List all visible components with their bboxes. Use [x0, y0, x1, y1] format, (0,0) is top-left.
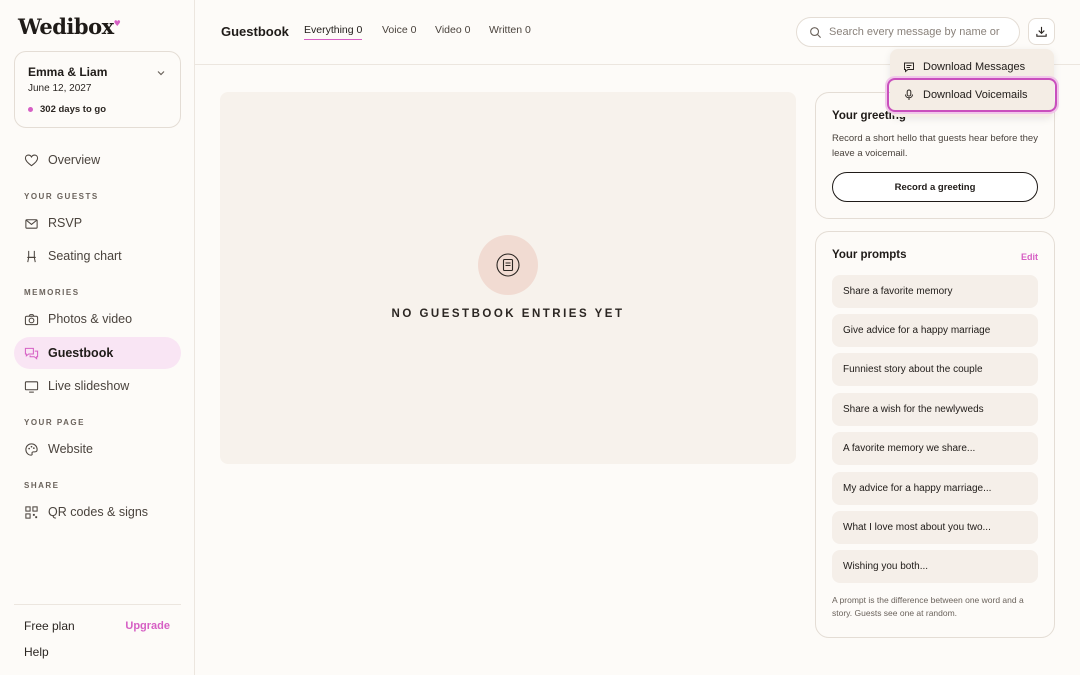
palette-icon	[25, 442, 38, 456]
logo-text: Wedibox	[18, 14, 114, 39]
section-label-share: SHARE	[24, 481, 60, 490]
search-box[interactable]	[796, 17, 1020, 47]
chair-icon	[27, 250, 36, 262]
chevron-down-icon	[157, 71, 165, 76]
event-date: June 12, 2027	[28, 83, 92, 94]
upgrade-link[interactable]: Upgrade	[125, 620, 170, 632]
sidebar-item-rsvp[interactable]: RSVP	[14, 207, 181, 239]
prompts-title: Your prompts	[832, 249, 907, 261]
sidebar-item-label: Website	[48, 442, 93, 456]
chat-bubbles-icon	[24, 347, 39, 360]
search-input[interactable]	[829, 26, 1019, 38]
countdown-badge: 302 days to go	[28, 104, 106, 115]
qr-code-icon	[25, 505, 38, 519]
sidebar-item-qr[interactable]: QR codes & signs	[14, 496, 181, 528]
prompt-item[interactable]: A favorite memory we share...	[832, 432, 1038, 465]
guestbook-icon	[496, 253, 520, 277]
microphone-icon	[905, 89, 913, 100]
sidebar-item-label: Seating chart	[48, 249, 122, 263]
entries-panel: NO GUESTBOOK ENTRIES YET	[220, 92, 796, 464]
sidebar-item-label: Live slideshow	[48, 379, 130, 393]
camera-icon	[24, 313, 39, 325]
countdown-text: 302 days to go	[40, 104, 106, 115]
prompt-item[interactable]: Wishing you both...	[832, 550, 1038, 583]
sidebar-item-label: Overview	[48, 153, 101, 167]
download-icon	[1036, 26, 1047, 37]
prompt-item[interactable]: My advice for a happy marriage...	[832, 472, 1038, 505]
monitor-icon	[24, 380, 39, 393]
heart-icon	[24, 154, 39, 166]
logo-heart-icon: ♥	[113, 18, 121, 28]
divider	[14, 604, 181, 605]
sidebar-item-label: Photos & video	[48, 312, 133, 326]
sidebar-item-website[interactable]: Website	[14, 433, 181, 465]
sidebar-item-photos[interactable]: Photos & video	[14, 303, 181, 335]
download-button[interactable]	[1028, 18, 1055, 45]
page-title: Guestbook	[221, 24, 289, 39]
prompt-item[interactable]: Share a favorite memory	[832, 275, 1038, 308]
menu-item-download-voicemails[interactable]: Download Voicemails	[887, 78, 1057, 112]
section-label-page: YOUR PAGE	[24, 418, 85, 427]
greeting-description: Record a short hello that guests hear be…	[832, 133, 1038, 159]
tab-voice[interactable]: Voice 0	[382, 24, 416, 39]
tab-written[interactable]: Written 0	[489, 24, 531, 39]
event-name: Emma & Liam	[28, 65, 108, 79]
tab-everything[interactable]: Everything 0	[304, 24, 363, 40]
sidebar-item-overview[interactable]: Overview	[14, 144, 181, 176]
sidebar-item-guestbook[interactable]: Guestbook	[14, 337, 181, 369]
search-icon	[810, 26, 822, 38]
menu-item-download-messages[interactable]: Download Messages	[890, 53, 1054, 81]
empty-state-text: NO GUESTBOOK ENTRIES YET	[391, 308, 625, 320]
tab-video[interactable]: Video 0	[435, 24, 470, 39]
countdown-dot-icon	[28, 107, 33, 112]
message-icon	[904, 62, 914, 73]
mail-icon	[25, 218, 38, 229]
sidebar-item-slideshow[interactable]: Live slideshow	[14, 370, 181, 402]
sidebar-item-label: Guestbook	[48, 346, 114, 360]
record-greeting-button[interactable]: Record a greeting	[832, 172, 1038, 202]
event-switcher[interactable]: Emma & Liam June 12, 2027 302 days to go	[14, 51, 181, 128]
menu-item-label: Download Voicemails	[923, 89, 1028, 101]
edit-prompts-link[interactable]: Edit	[1021, 252, 1038, 262]
empty-state-icon-wrap	[478, 235, 538, 295]
logo[interactable]: Wedibox♥	[18, 14, 121, 39]
section-label-memories: MEMORIES	[24, 288, 80, 297]
section-label-guests: YOUR GUESTS	[24, 192, 99, 201]
download-menu: Download Messages Download Voicemails	[887, 49, 1057, 117]
prompts-card: Your prompts Edit Share a favorite memor…	[815, 231, 1055, 638]
sidebar-item-seating[interactable]: Seating chart	[14, 240, 181, 272]
menu-item-label: Download Messages	[923, 61, 1026, 73]
sidebar-item-label: QR codes & signs	[48, 505, 149, 519]
prompt-item[interactable]: Share a wish for the newlyweds	[832, 393, 1038, 426]
sidebar: Wedibox♥ Emma & Liam June 12, 2027 302 d…	[0, 0, 195, 675]
prompt-item[interactable]: Give advice for a happy marriage	[832, 314, 1038, 347]
prompts-footnote: A prompt is the difference between one w…	[832, 595, 1024, 618]
prompt-item[interactable]: What I love most about you two...	[832, 511, 1038, 544]
help-link[interactable]: Help	[24, 645, 49, 659]
prompt-item[interactable]: Funniest story about the couple	[832, 353, 1038, 386]
sidebar-item-label: RSVP	[48, 216, 83, 230]
plan-label: Free plan	[24, 619, 75, 633]
